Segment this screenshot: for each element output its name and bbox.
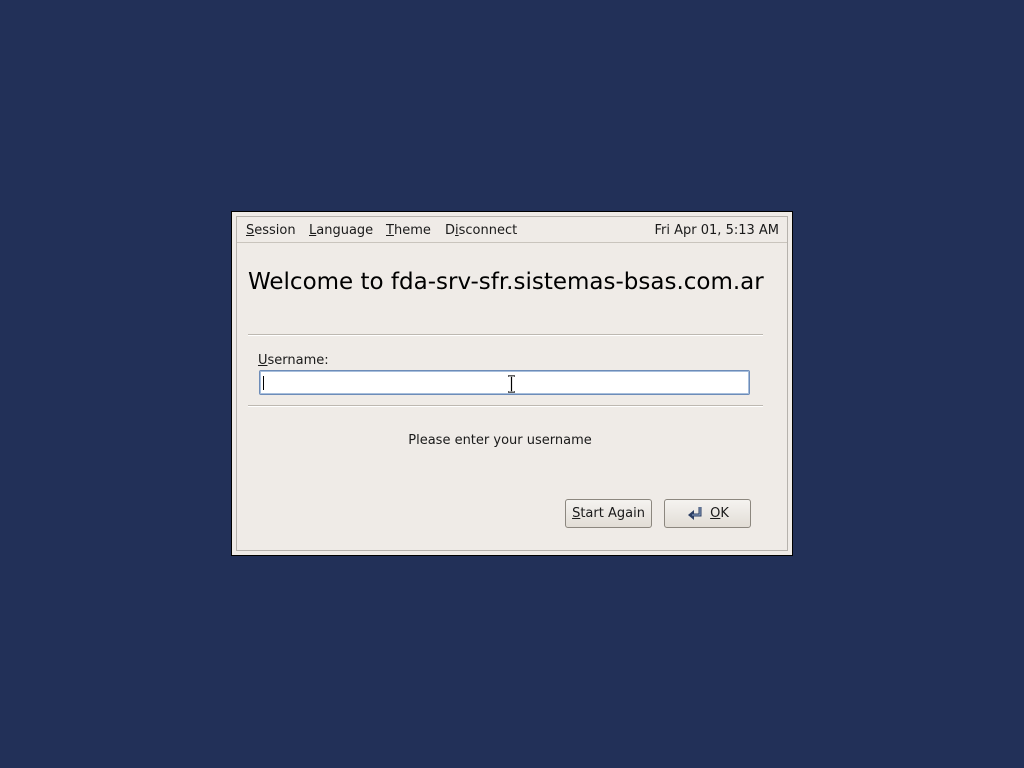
menu-theme[interactable]: Theme bbox=[386, 223, 431, 238]
menu-language[interactable]: Language bbox=[309, 223, 373, 238]
ok-button[interactable]: OK bbox=[664, 499, 751, 528]
enter-arrow-icon bbox=[688, 506, 702, 520]
menu-disconnect[interactable]: Disconnect bbox=[445, 223, 517, 238]
separator-top bbox=[248, 334, 763, 336]
username-label: Username: bbox=[258, 353, 329, 368]
menu-session[interactable]: Session bbox=[246, 223, 296, 238]
login-panel: Session Language Theme Disconnect Fri Ap… bbox=[236, 216, 788, 551]
separator-bottom bbox=[248, 405, 763, 407]
login-dialog: Session Language Theme Disconnect Fri Ap… bbox=[231, 211, 793, 556]
welcome-title: Welcome to fda-srv-sfr.sistemas-bsas.com… bbox=[248, 269, 764, 295]
start-again-button[interactable]: Start Again bbox=[565, 499, 652, 528]
clock: Fri Apr 01, 5:13 AM bbox=[654, 223, 779, 238]
ibeam-cursor-icon bbox=[508, 375, 515, 393]
username-field[interactable] bbox=[259, 370, 750, 395]
prompt-message: Please enter your username bbox=[408, 433, 592, 448]
text-caret bbox=[263, 376, 264, 390]
menubar: Session Language Theme Disconnect Fri Ap… bbox=[237, 217, 787, 243]
